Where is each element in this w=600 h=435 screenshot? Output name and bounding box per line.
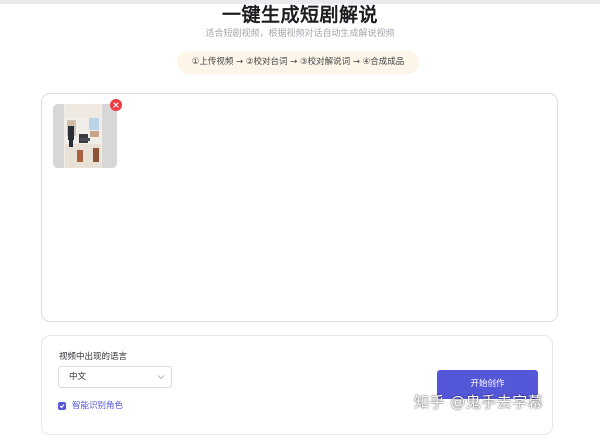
language-select-value: 中文 (69, 372, 87, 382)
watermark: 知乎 @鬼手去字幕 (414, 393, 544, 411)
close-icon (113, 102, 119, 108)
check-icon (59, 404, 65, 409)
upload-area[interactable] (41, 93, 558, 322)
chevron-down-icon (157, 375, 165, 380)
smart-role-checkbox[interactable] (58, 402, 66, 410)
page-title: 一键生成短剧解说 (221, 4, 378, 26)
video-thumbnail[interactable] (53, 104, 117, 168)
steps-banner: ①上传视频 → ②校对台词 → ③校对解说词 → ④合成成品 (177, 51, 419, 74)
smart-role-label: 智能识别角色 (72, 401, 124, 411)
video-thumbnail-image (53, 104, 117, 168)
language-label: 视频中出现的语言 (59, 352, 128, 362)
language-select[interactable]: 中文 (58, 366, 172, 388)
remove-thumbnail-button[interactable] (110, 99, 122, 111)
smart-role-option[interactable]: 智能识别角色 (58, 400, 123, 412)
settings-panel: 视频中出现的语言 中文 智能识别角色 开始创作 (41, 335, 553, 435)
page-subtitle: 适合短剧视频，根据视频对话自动生成解说视频 (205, 29, 395, 39)
